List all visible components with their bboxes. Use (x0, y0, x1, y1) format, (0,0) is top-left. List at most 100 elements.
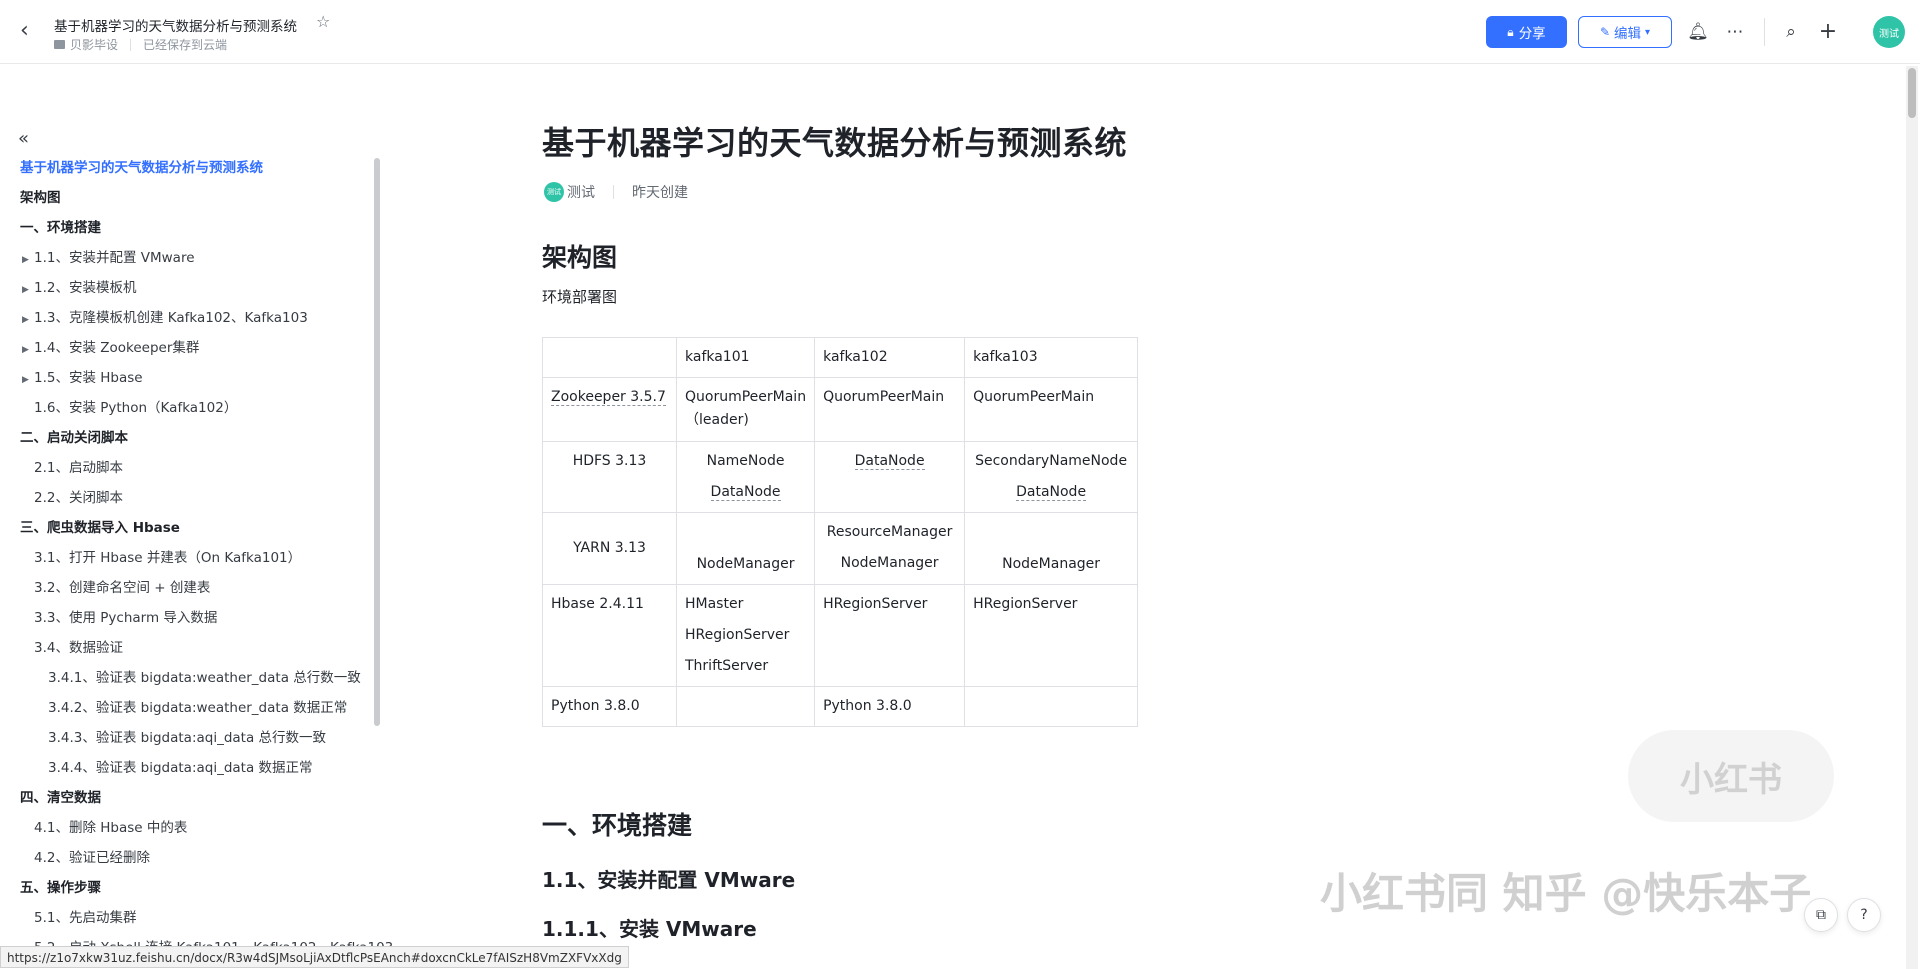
cell-line-wrap: DataNode (685, 481, 806, 504)
table-cell: NameNode DataNode (675, 441, 816, 513)
copy-icon[interactable]: ⧉ (1804, 898, 1838, 932)
table-cell: kafka102 (814, 337, 966, 378)
author-name[interactable]: 测试 (567, 182, 595, 202)
plus-icon[interactable]: + (1816, 20, 1840, 44)
table-cell: Python 3.8.0 (542, 686, 677, 727)
toc-scrollbar[interactable] (374, 158, 380, 726)
cell-line: SecondaryNameNode (975, 453, 1128, 469)
table-cell: HRegionServer (964, 584, 1139, 687)
doc-title[interactable]: 基于机器学习的天气数据分析与预测系统 (54, 15, 297, 35)
toc-item[interactable]: 3.4、数据验证 (34, 636, 123, 660)
cell-line: HRegionServer (685, 627, 790, 643)
page-title: 基于机器学习的天气数据分析与预测系统 (542, 124, 1128, 162)
table-cell: HRegionServer (814, 584, 966, 687)
toc-label: 1.4、安装 Zookeeper集群 (34, 340, 200, 356)
collapse-sidebar-icon[interactable]: « (18, 128, 29, 149)
toc-item[interactable]: 5.1、先启动集群 (34, 906, 136, 930)
toc-item[interactable]: ▶ 1.5、安装 Hbase (22, 366, 143, 390)
toc-item[interactable]: 3.4.3、验证表 bigdata:aqi_data 总行数一致 (48, 726, 326, 750)
table-cell: QuorumPeerMain（leader) (675, 377, 816, 442)
scrollbar-thumb[interactable] (1908, 68, 1916, 118)
folder-name[interactable]: 贝影毕设 (70, 36, 118, 53)
toolbar-divider (1764, 18, 1765, 46)
star-icon[interactable]: ☆ (316, 12, 330, 31)
cell-line: DataNode (710, 484, 781, 501)
toc-label: 1.5、安装 Hbase (34, 370, 143, 386)
cell-line: ResourceManager (826, 524, 953, 540)
toc-item[interactable]: 架构图 (20, 186, 61, 210)
table-cell: HDFS 3.13 (542, 441, 677, 513)
toc-item[interactable]: ▶ 1.1、安装并配置 VMware (22, 246, 195, 270)
toc-label: 1.1、安装并配置 VMware (34, 250, 195, 266)
toc-item[interactable]: 4.2、验证已经删除 (34, 846, 150, 870)
toc-item[interactable]: 基于机器学习的天气数据分析与预测系统 (20, 156, 263, 180)
share-label: 分享 (1518, 26, 1546, 42)
caret-right-icon[interactable]: ▶ (22, 338, 34, 362)
table-cell: YARN 3.13 (542, 512, 677, 585)
toc-item[interactable]: 3.4.2、验证表 bigdata:weather_data 数据正常 (48, 696, 347, 720)
caret-right-icon[interactable]: ▶ (22, 368, 34, 392)
toc-item[interactable]: 一、环境搭建 (20, 216, 101, 240)
top-bar: ‹ 基于机器学习的天气数据分析与预测系统 ☆ 贝影毕设 已经保存到云端 🔒︎ 分… (0, 0, 1920, 64)
table-cell: Python 3.8.0 (814, 686, 966, 727)
table-cell (675, 686, 816, 727)
toc-item[interactable]: 3.4.4、验证表 bigdata:aqi_data 数据正常 (48, 756, 313, 780)
author-avatar[interactable]: 测试 (544, 182, 564, 202)
caret-right-icon[interactable]: ▶ (22, 248, 34, 272)
toc-item[interactable]: 四、清空数据 (20, 786, 101, 810)
edit-button[interactable]: ✎ 编辑 ▾ (1578, 16, 1672, 48)
edit-label: 编辑 (1614, 26, 1642, 42)
paragraph-caption: 环境部署图 (542, 288, 618, 306)
author-divider (613, 185, 614, 199)
heading-architecture: 架构图 (542, 243, 618, 272)
table-cell: DataNode (814, 441, 966, 513)
bell-icon[interactable]: 🔔︎ (1686, 20, 1710, 44)
caret-right-icon[interactable]: ▶ (22, 308, 34, 332)
table-cell: NodeManager (964, 512, 1139, 585)
toc-item[interactable]: ▶ 1.3、克隆模板机创建 Kafka102、Kafka103 (22, 306, 308, 330)
toc-item[interactable]: 3.1、打开 Hbase 并建表（On Kafka101） (34, 546, 301, 570)
toc-item[interactable]: 4.1、删除 Hbase 中的表 (34, 816, 187, 840)
cell-line: NodeManager (840, 555, 939, 571)
search-icon[interactable]: ⌕ (1779, 20, 1803, 44)
table-row: Zookeeper 3.5.7 QuorumPeerMain（leader) Q… (542, 377, 1139, 442)
help-icon[interactable]: ? (1847, 898, 1881, 932)
author-line: 测试 测试 昨天创建 (544, 182, 688, 202)
table-cell: SecondaryNameNode DataNode (964, 441, 1139, 513)
toc-item[interactable]: ▶ 1.4、安装 Zookeeper集群 (22, 336, 199, 360)
table-cell: Zookeeper 3.5.7 (542, 377, 677, 442)
chevron-down-icon: ▾ (1645, 26, 1651, 38)
table-row: HDFS 3.13 NameNode DataNode DataNode Sec… (542, 441, 1139, 513)
watermark-badge: 小红书 (1628, 730, 1834, 822)
page-scrollbar[interactable] (1906, 66, 1918, 969)
cell-line: DataNode (1016, 484, 1087, 501)
toc-item[interactable]: 3.3、使用 Pycharm 导入数据 (34, 606, 217, 630)
toc-item[interactable]: 2.1、启动脚本 (34, 456, 123, 480)
caret-right-icon[interactable]: ▶ (22, 278, 34, 302)
save-status: 已经保存到云端 (143, 38, 228, 52)
back-arrow-icon[interactable]: ‹ (20, 20, 40, 42)
table-cell: HMaster HRegionServer ThriftServer (675, 584, 816, 687)
created-time: 昨天创建 (632, 185, 688, 201)
avatar[interactable]: 测试 (1873, 16, 1905, 48)
status-bar-url: https://z1o7xkw31uz.feishu.cn/docx/R3w4d… (0, 946, 629, 968)
lock-icon: 🔒︎ (1507, 24, 1514, 39)
share-button[interactable]: 🔒︎ 分享 (1486, 16, 1567, 48)
table-cell: kafka103 (964, 337, 1139, 378)
table-cell: Hbase 2.4.11 (542, 584, 677, 687)
toc-item[interactable]: 五、操作步骤 (20, 876, 101, 900)
toc-item[interactable]: 3.4.1、验证表 bigdata:weather_data 总行数一致 (48, 666, 361, 690)
table-cell: QuorumPeerMain (964, 377, 1139, 442)
table-cell: ResourceManager NodeManager (814, 512, 966, 585)
toc-item[interactable]: 二、启动关闭脚本 (20, 426, 128, 450)
toc-item[interactable]: 2.2、关闭脚本 (34, 486, 123, 510)
folder-icon (54, 40, 65, 49)
deployment-table: kafka101 kafka102 kafka103 Zookeeper 3.5… (542, 337, 1139, 727)
heading-vmware: 1.1、安装并配置 VMware (542, 868, 796, 892)
toc-item[interactable]: 1.6、安装 Python（Kafka102） (34, 396, 237, 420)
toc-item[interactable]: 3.2、创建命名空间 + 创建表 (34, 576, 210, 600)
toc-item[interactable]: 三、爬虫数据导入 Hbase (20, 516, 180, 540)
cell-line-wrap: DataNode (973, 481, 1129, 504)
toc-item[interactable]: ▶ 1.2、安装模板机 (22, 276, 136, 300)
more-icon[interactable]: ⋯ (1723, 20, 1747, 44)
